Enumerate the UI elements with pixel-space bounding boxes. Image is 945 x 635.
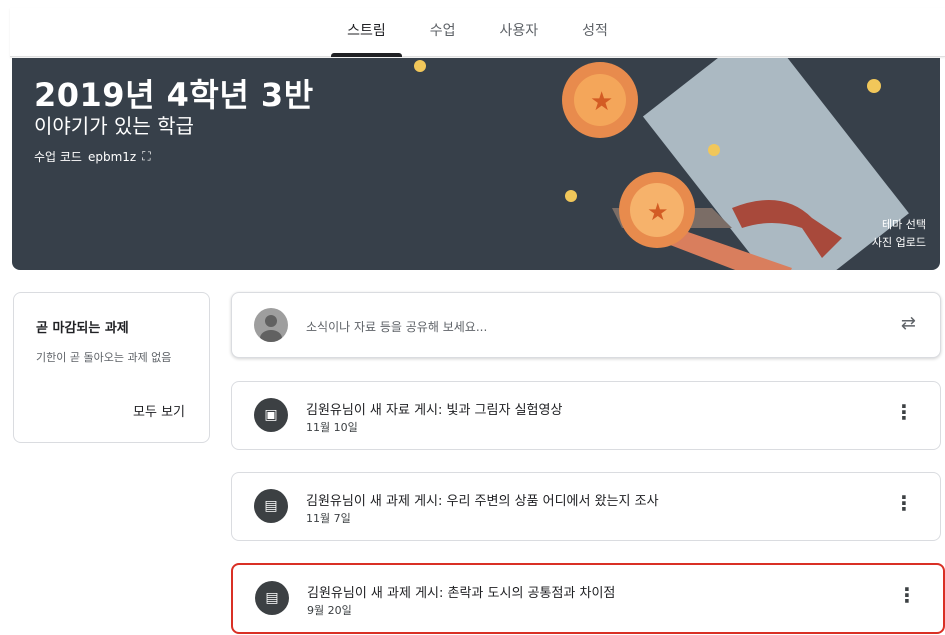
post-date: 9월 20일 xyxy=(307,604,352,617)
post-title[interactable]: 김원유님이 새 과제 게시: 우리 주변의 상품 어디에서 왔는지 조사 xyxy=(306,490,659,509)
class-code: 수업 코드 epbm1z ⛶ xyxy=(34,148,151,165)
post-date: 11월 10일 xyxy=(306,421,358,434)
person-icon xyxy=(260,315,282,342)
tab-grades[interactable]: 성적 xyxy=(560,8,630,56)
post-title[interactable]: 김원유님이 새 과제 게시: 촌락과 도시의 공통점과 차이점 xyxy=(307,582,615,601)
avatar xyxy=(254,308,288,342)
upload-photo-link[interactable]: 사진 업로드 xyxy=(872,234,926,252)
assignment-icon: ▤ xyxy=(255,581,289,615)
material-icon: ▣ xyxy=(254,398,288,432)
svg-text:★: ★ xyxy=(590,87,613,117)
stream-post[interactable]: ▣ 김원유님이 새 자료 게시: 빛과 그림자 실험영상 11월 10일 ⋮ xyxy=(231,381,941,450)
select-theme-link[interactable]: 테마 선택 xyxy=(872,216,926,234)
class-code-label: 수업 코드 xyxy=(34,150,82,164)
stream-post[interactable]: ▤ 김원유님이 새 과제 게시: 우리 주변의 상품 어디에서 왔는지 조사 1… xyxy=(231,472,941,541)
upcoming-title: 곧 마감되는 과제 xyxy=(36,321,129,336)
upcoming-card: 곧 마감되는 과제 기한이 곧 돌아오는 과제 없음 모두 보기 xyxy=(13,292,210,443)
share-input[interactable]: 소식이나 자료 등을 공유해 보세요... xyxy=(306,318,487,335)
post-date: 11월 7일 xyxy=(306,512,351,525)
banner-actions: 테마 선택 사진 업로드 xyxy=(872,216,926,252)
tab-people[interactable]: 사용자 xyxy=(478,8,561,56)
tab-classwork[interactable]: 수업 xyxy=(408,8,478,56)
assignment-icon: ▤ xyxy=(254,489,288,523)
class-subtitle: 이야기가 있는 학급 xyxy=(34,114,194,138)
fullscreen-icon[interactable]: ⛶ xyxy=(142,149,150,164)
stream-post-highlighted[interactable]: ▤ 김원유님이 새 과제 게시: 촌락과 도시의 공통점과 차이점 9월 20일… xyxy=(231,563,945,634)
tab-stream[interactable]: 스트림 xyxy=(325,8,408,57)
view-all-link[interactable]: 모두 보기 xyxy=(133,401,185,420)
more-options-icon[interactable]: ⋮ xyxy=(894,402,914,422)
upcoming-desc: 기한이 곧 돌아오는 과제 없음 xyxy=(36,351,172,364)
repost-icon[interactable]: ⇄ xyxy=(901,313,916,334)
post-title[interactable]: 김원유님이 새 자료 게시: 빛과 그림자 실험영상 xyxy=(306,399,562,418)
class-banner: ★ ★ 2019년 4학년 3반 이야기가 있는 학급 수업 코드 epbm1z… xyxy=(12,58,940,270)
class-code-value: epbm1z xyxy=(87,149,137,164)
more-options-icon[interactable]: ⋮ xyxy=(897,585,917,605)
share-box[interactable]: 소식이나 자료 등을 공유해 보세요... ⇄ xyxy=(231,292,941,358)
top-navigation: 스트림 수업 사용자 성적 xyxy=(10,8,945,57)
tab-bar: 스트림 수업 사용자 성적 xyxy=(10,8,945,57)
more-options-icon[interactable]: ⋮ xyxy=(894,493,914,513)
svg-text:★: ★ xyxy=(647,198,669,226)
